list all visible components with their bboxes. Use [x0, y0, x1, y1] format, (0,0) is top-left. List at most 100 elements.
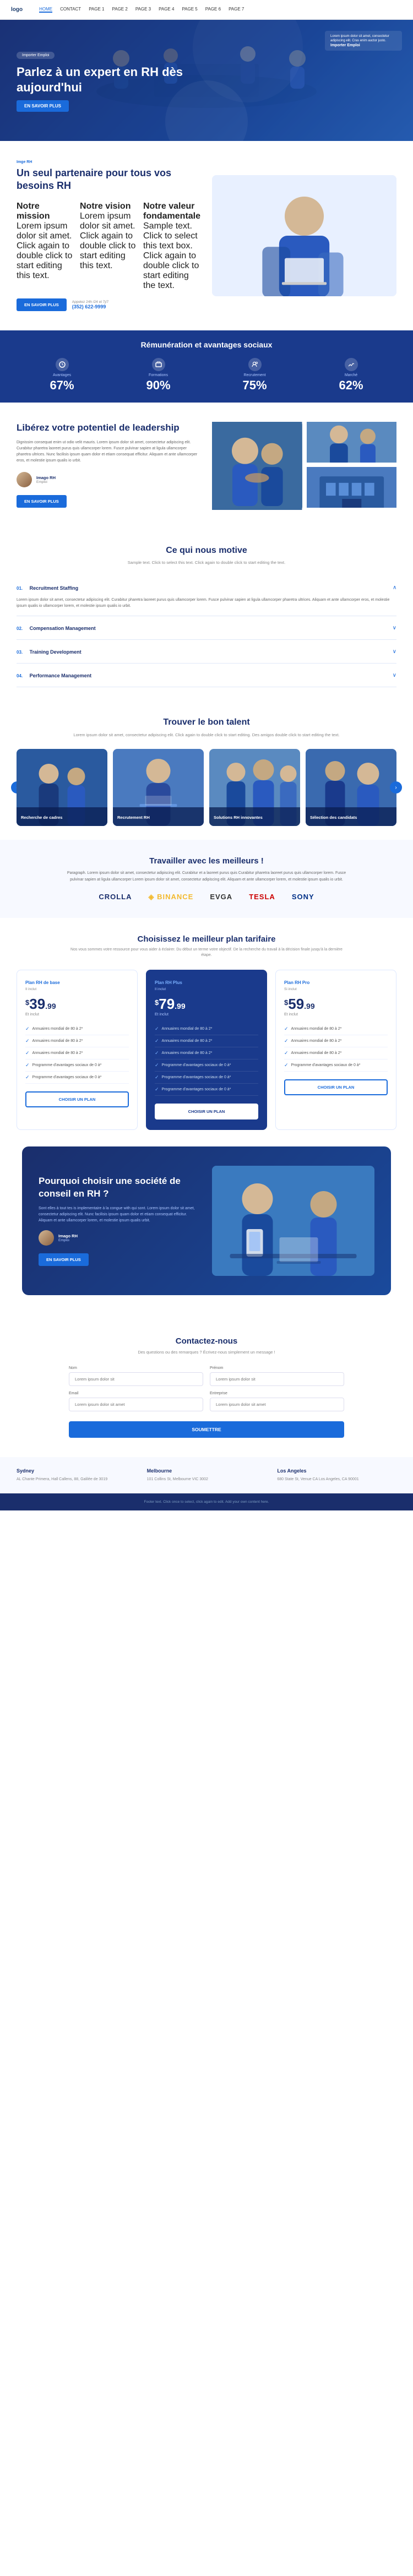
- nav-link-p2[interactable]: PAGE 2: [112, 7, 128, 13]
- nav-link-p5[interactable]: PAGE 5: [182, 7, 197, 13]
- label-entreprise: Entreprise: [210, 1392, 344, 1395]
- price-cta-plus[interactable]: CHOISIR UN PLAN: [155, 1104, 258, 1119]
- accordion-header-3[interactable]: 04. Performance Management ∨: [17, 670, 396, 680]
- talent-card-3: Sélection des candidats: [306, 749, 396, 826]
- accordion-num-label-0: 01. Recruitment Staffing: [17, 583, 78, 593]
- price-feat-0-2: ✓Annuaires mondial de 80 à 2*: [25, 1047, 129, 1059]
- nav-link-p7[interactable]: PAGE 7: [229, 7, 244, 13]
- mission2-title: Notre vision: [80, 202, 138, 211]
- mission1-title: Notre mission: [17, 202, 74, 221]
- check-icon: ✓: [284, 1026, 289, 1032]
- stat-icon-formations: [152, 358, 165, 371]
- form-submit-button[interactable]: SOUMETTRE: [69, 1421, 344, 1438]
- input-prenom[interactable]: [210, 1372, 344, 1386]
- accordion-num-2: 03.: [17, 650, 23, 655]
- nav-link-contact[interactable]: CONTACT: [60, 7, 81, 13]
- lead-img-sm1: [307, 422, 397, 463]
- card-label-text-3: Sélection des candidats: [310, 815, 357, 820]
- price-feat-2-3: ✓Programme d'avantages sociaux de 0 à*: [284, 1059, 388, 1072]
- nav-link-home[interactable]: HOME: [39, 7, 52, 13]
- price-num-plus: 79: [159, 996, 175, 1012]
- hero-title: Parlez à un expert en RH dès aujourd'hui: [17, 64, 204, 95]
- conseil-title: Pourquoi choisir une société de conseil …: [39, 1175, 201, 1199]
- leadership-title: Libérez votre potentiel de leadership: [17, 422, 201, 434]
- stat-item-avantages: Avantages 67%: [17, 358, 107, 393]
- price-feat-2-0: ✓Annuaires mondial de 80 à 2*: [284, 1023, 388, 1035]
- price-feat-1-5: ✓Programme d'avantages sociaux de 0 à*: [155, 1084, 258, 1096]
- check-icon: ✓: [155, 1026, 159, 1032]
- partner-cta-button[interactable]: EN SAVOIR PLUS: [17, 298, 67, 311]
- hero-content: Importer Emploi Parlez à un expert en RH…: [17, 49, 204, 112]
- logo-tesla: TESLA: [249, 893, 275, 901]
- contact-form: Nom Prénom Email Entreprise SOUMETTRE: [69, 1366, 344, 1438]
- nav-link-p6[interactable]: PAGE 6: [205, 7, 221, 13]
- accordion-body-0: Lorem ipsum dolor sit amet, consectetur …: [17, 593, 396, 609]
- stat-icon-avantages: [56, 358, 69, 371]
- form-group-entreprise: Entreprise: [210, 1392, 344, 1411]
- accordion-lbl-2: Training Development: [30, 649, 81, 655]
- input-nom[interactable]: [69, 1372, 203, 1386]
- feat-text: Annuaires mondial de 80 à 2*: [162, 1051, 213, 1055]
- card-label-text-0: Recherche de cadres: [21, 815, 62, 820]
- accordion-num-1: 02.: [17, 626, 23, 631]
- price-plan-base: Plan RH de base: [25, 980, 129, 985]
- card-label-text-2: Solutions RH innovantes: [214, 815, 263, 820]
- price-feat-0-4: ✓Programme d'avantages sociaux de 0 à*: [25, 1072, 129, 1084]
- accordion-title: Ce qui nous motive: [17, 546, 396, 556]
- contact-title: Contactez-nous: [17, 1336, 396, 1346]
- leadership-cta-button[interactable]: EN SAVOIR PLUS: [17, 495, 67, 508]
- mission3-title: Notre valeur fondamentale: [143, 202, 201, 221]
- price-card-base: Plan RH de base Il inclut $39.99 Et incl…: [17, 970, 138, 1130]
- partners-para: Paragraph. Lorem ipsum dolor sit amet, c…: [63, 870, 350, 882]
- talent-title: Trouver le bon talent: [17, 718, 396, 727]
- feat-text: Annuaires mondial de 80 à 2*: [32, 1027, 83, 1031]
- hero-cta-button[interactable]: EN SAVOIR PLUS: [17, 100, 69, 112]
- check-icon: ✓: [155, 1086, 159, 1093]
- check-icon: ✓: [25, 1074, 30, 1080]
- nav-link-p1[interactable]: PAGE 1: [89, 7, 104, 13]
- price-badge-plus: Il inclut: [155, 987, 258, 991]
- nav-link-p4[interactable]: PAGE 4: [159, 7, 174, 13]
- footer-text: Footer text. Click once to select, click…: [17, 1500, 396, 1504]
- price-plan-pro: Plan RH Pro: [284, 980, 388, 985]
- price-cta-base[interactable]: CHOISIR UN PLAN: [25, 1091, 129, 1107]
- accordion-arrow-1: ∨: [393, 625, 396, 631]
- city-sydney: Sydney: [17, 1468, 136, 1474]
- check-icon: ✓: [25, 1050, 30, 1056]
- accordion-num-label-1: 02. Compensation Management: [17, 623, 96, 633]
- accordion-header-0[interactable]: 01. Recruitment Staffing ∨: [17, 583, 396, 593]
- input-email[interactable]: [69, 1398, 203, 1411]
- addr-la-text: 680 State St, Venue CA Los Angeles, CA 9…: [277, 1477, 358, 1481]
- accordion-num-label-3: 04. Performance Management: [17, 670, 91, 680]
- conseil-name: Imago RH: [58, 1233, 78, 1238]
- stat-label-recrutement: Recrutement: [243, 373, 265, 377]
- card-label-2: Solutions RH innovantes: [209, 807, 300, 826]
- offices-section: Sydney AL Chante Primera, Hall Callens, …: [0, 1457, 413, 1493]
- conseil-cta-button[interactable]: EN SAVOIR PLUS: [39, 1253, 89, 1266]
- price-amount-plus: $79.99: [155, 996, 258, 1013]
- price-badge-base: Il inclut: [25, 987, 129, 991]
- accordion-header-2[interactable]: 03. Training Development ∨: [17, 646, 396, 656]
- pricing-grid: Plan RH de base Il inclut $39.99 Et incl…: [17, 970, 396, 1130]
- price-card-plus: Plan RH Plus Il inclut $79.99 Et inclut …: [146, 970, 267, 1130]
- accordion-header-1[interactable]: 02. Compensation Management ∨: [17, 623, 396, 633]
- price-cents-base: .99: [45, 1002, 56, 1010]
- price-tier-pro: Et inclut: [284, 1013, 388, 1017]
- feat-text: Programme d'avantages sociaux de 0 à*: [32, 1075, 102, 1079]
- leadership-left: Libérez votre potentiel de leadership Di…: [17, 422, 201, 508]
- feat-text: Annuaires mondial de 80 à 2*: [291, 1051, 342, 1055]
- price-feat-1-0: ✓Annuaires mondial de 80 à 2*: [155, 1023, 258, 1035]
- price-num-pro: 59: [288, 996, 304, 1012]
- carousel-next-button[interactable]: ›: [390, 781, 402, 794]
- nav-link-p3[interactable]: PAGE 3: [135, 7, 151, 13]
- price-feat-0-0: ✓Annuaires mondial de 80 à 2*: [25, 1023, 129, 1035]
- input-entreprise[interactable]: [210, 1398, 344, 1411]
- contact-row-2: Email Entreprise: [69, 1392, 344, 1411]
- form-group-nom: Nom: [69, 1366, 203, 1386]
- accordion-section: Ce qui nous motive Sample text. Click to…: [0, 529, 413, 704]
- hero-side-text: Lorem ipsum dolor sit amet, consectetur …: [330, 34, 396, 44]
- accordion-arrow-2: ∨: [393, 649, 396, 655]
- price-cta-pro[interactable]: CHOISIR UN PLAN: [284, 1079, 388, 1095]
- price-tier-plus: Et inclut: [155, 1013, 258, 1017]
- accordion-item-0: 01. Recruitment Staffing ∨ Lorem ipsum d…: [17, 576, 396, 616]
